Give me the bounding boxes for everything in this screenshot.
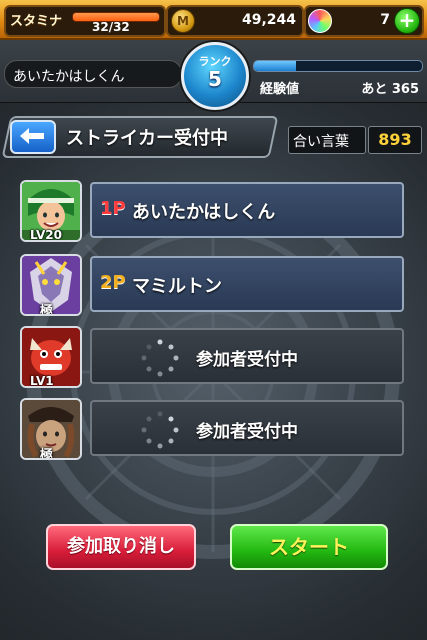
back-button[interactable] [10,120,56,154]
stamina-label: スタミナ [10,14,63,29]
orb-panel: 7 + [304,5,424,37]
player-2-avatar[interactable]: 極 [20,254,82,316]
exp-label: 経験値 [260,82,300,97]
player-slot-2[interactable]: 極 2P マミルトン [20,254,408,316]
player-1-level: LV20 [30,228,62,242]
start-button[interactable]: スタート [230,524,388,570]
player-3-waiting-panel[interactable]: 参加者受付中 [90,328,404,384]
password-value: 893 [378,130,412,149]
coin-icon: M [171,9,195,33]
screen: スタミナ 32/32 M 49,244 7 + あいたかはしくん 経験値 あと … [0,0,427,640]
player-3-level: LV1 [30,374,54,388]
player-2-name: マミルトン [132,276,222,297]
player-3-waiting-text: 参加者受付中 [196,350,298,370]
player-slot-3[interactable]: LV1 参加者受付中 [20,326,408,388]
cancel-join-button[interactable]: 参加取り消し [46,524,196,570]
player-slot-4[interactable]: 極 参加者受付中 [20,398,408,460]
rank-number: 5 [208,67,222,91]
username-panel: あいたかはしくん [4,60,182,88]
exp-remaining: あと 365 [361,82,419,97]
back-arrow-icon [20,128,44,144]
player-4-waiting-text: 参加者受付中 [196,422,298,442]
player-3-avatar[interactable]: LV1 [20,326,82,388]
rank-badge: ランク 5 [181,42,249,110]
coin-count: 49,244 [241,12,296,28]
status-bar: スタミナ 32/32 M 49,244 7 + [0,0,427,40]
player-1-name: あいたかはしくん [132,202,276,223]
password-label: 合い言葉 [293,134,349,150]
stamina-value: 32/32 [92,20,130,34]
player-2-number: 2P [100,272,126,293]
page-title: ストライカー受付中 [66,128,228,149]
orb-icon [308,9,332,33]
player-1-number: 1P [100,198,126,219]
player-1-avatar[interactable]: LV20 [20,180,82,242]
stamina-panel: スタミナ 32/32 [4,5,166,37]
player-4-avatar[interactable]: 極 [20,398,82,460]
exp-bar [253,60,423,72]
orb-count: 7 [380,12,390,28]
add-orbs-button[interactable]: + [394,8,420,34]
player-4-rank-badge: 極 [40,448,54,460]
username: あいたかはしくん [13,69,125,85]
player-1-name-panel[interactable]: 1P あいたかはしくん [90,182,404,238]
coin-panel: M 49,244 [166,5,304,37]
player-2-rank-badge: 極 [40,304,54,316]
player-4-waiting-panel[interactable]: 参加者受付中 [90,400,404,456]
player-2-name-panel[interactable]: 2P マミルトン [90,256,404,312]
player-slot-1[interactable]: LV20 1P あいたかはしくん [20,180,408,242]
password-value-box: 893 [368,126,422,154]
password-label-box: 合い言葉 [288,126,366,154]
exp-bar-fill [254,61,296,71]
